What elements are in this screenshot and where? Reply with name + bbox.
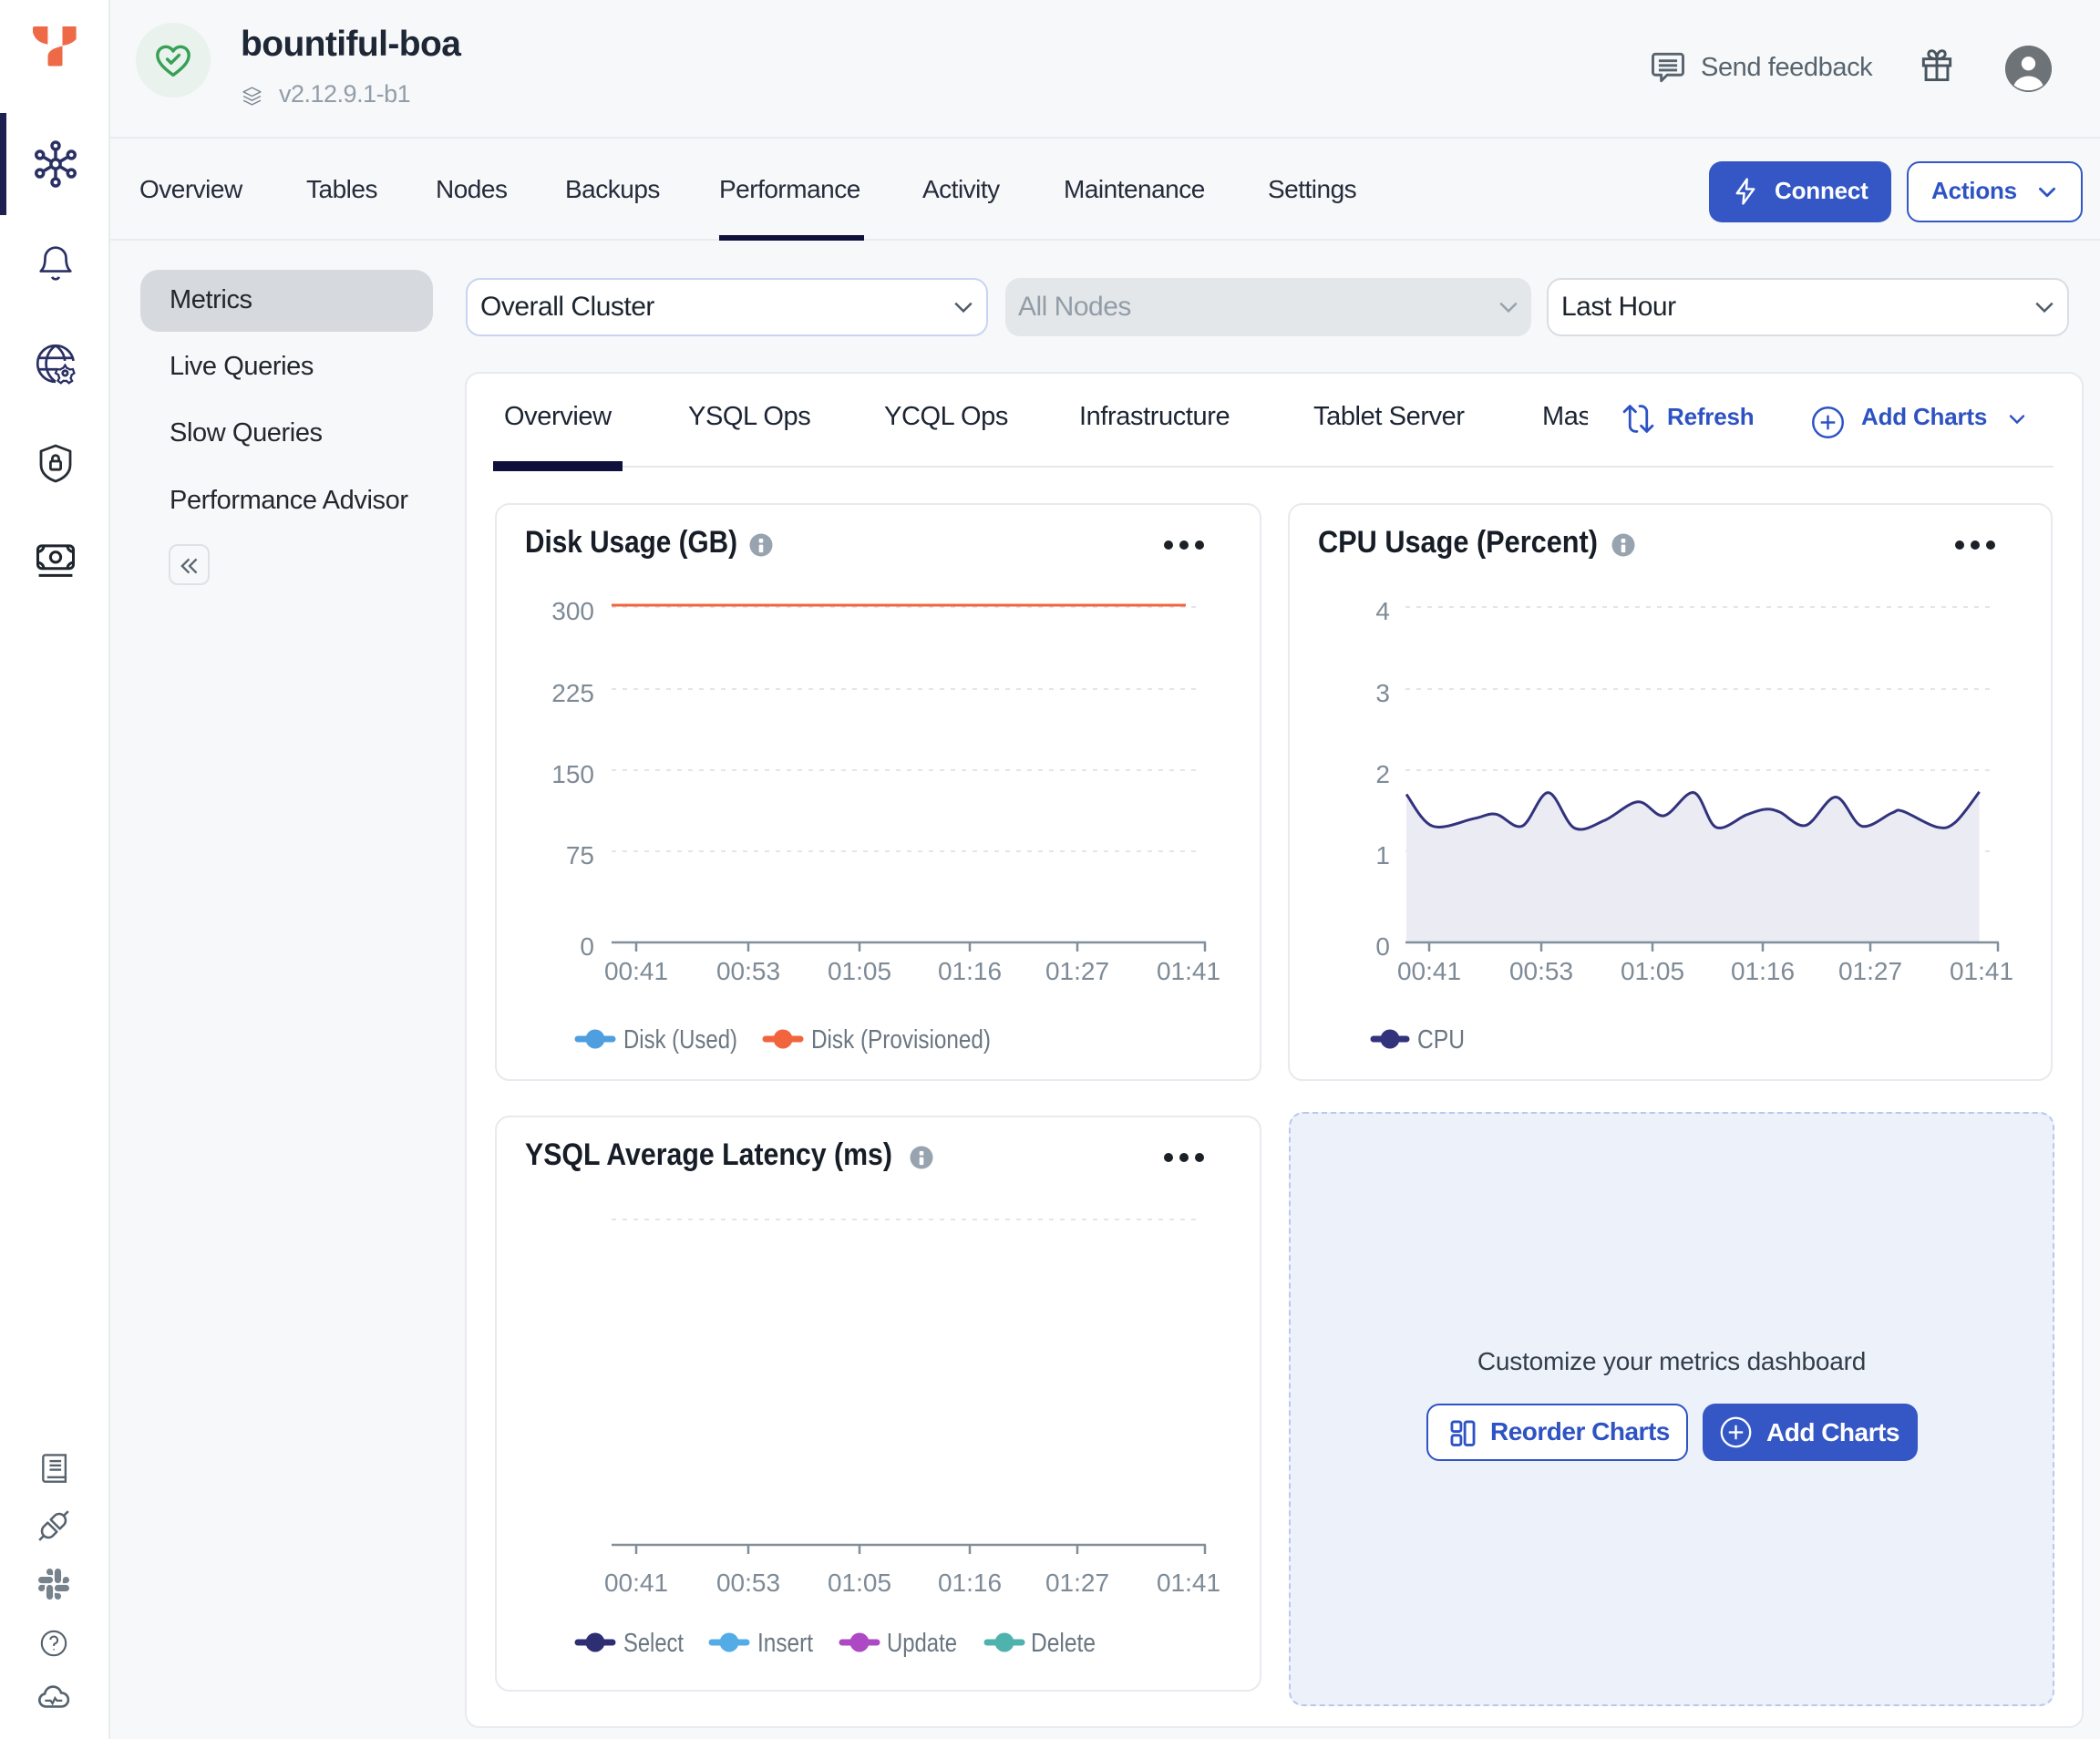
svg-text:CPU: CPU (1417, 1025, 1465, 1055)
svg-text:Disk (Used): Disk (Used) (623, 1025, 737, 1055)
svg-text:00:41: 00:41 (1397, 957, 1461, 985)
svg-text:1: 1 (1375, 841, 1390, 870)
svg-text:300: 300 (551, 597, 594, 625)
svg-text:2: 2 (1375, 760, 1390, 788)
svg-text:YSQL Average Latency (ms): YSQL Average Latency (ms) (525, 1137, 892, 1172)
svg-text:01:41: 01:41 (1157, 1569, 1220, 1597)
svg-text:Disk Usage (GB): Disk Usage (GB) (525, 525, 737, 560)
svg-text:01:27: 01:27 (1838, 957, 1902, 985)
svg-text:3: 3 (1375, 679, 1390, 707)
svg-text:01:05: 01:05 (828, 957, 891, 985)
svg-text:01:16: 01:16 (1731, 957, 1795, 985)
svg-text:0: 0 (1375, 932, 1390, 961)
svg-text:Select: Select (623, 1629, 684, 1658)
svg-text:Disk (Provisioned): Disk (Provisioned) (811, 1025, 991, 1055)
svg-text:75: 75 (566, 841, 594, 870)
svg-text:Insert: Insert (757, 1629, 813, 1658)
svg-text:01:41: 01:41 (1157, 957, 1220, 985)
svg-text:00:53: 00:53 (1509, 957, 1573, 985)
svg-text:01:27: 01:27 (1045, 957, 1109, 985)
svg-text:01:16: 01:16 (938, 957, 1002, 985)
svg-text:4: 4 (1375, 597, 1390, 625)
svg-text:00:41: 00:41 (604, 957, 668, 985)
svg-text:01:05: 01:05 (828, 1569, 891, 1597)
svg-text:00:53: 00:53 (716, 957, 780, 985)
svg-text:225: 225 (551, 679, 594, 707)
svg-text:Update: Update (887, 1629, 957, 1658)
svg-text:00:53: 00:53 (716, 1569, 780, 1597)
svg-text:01:41: 01:41 (1950, 957, 2013, 985)
svg-text:0: 0 (580, 932, 594, 961)
svg-text:01:27: 01:27 (1045, 1569, 1109, 1597)
svg-text:01:05: 01:05 (1621, 957, 1684, 985)
svg-text:150: 150 (551, 760, 594, 788)
svg-text:01:16: 01:16 (938, 1569, 1002, 1597)
svg-text:CPU Usage (Percent): CPU Usage (Percent) (1318, 525, 1598, 560)
svg-text:00:41: 00:41 (604, 1569, 668, 1597)
svg-text:Delete: Delete (1031, 1629, 1096, 1658)
